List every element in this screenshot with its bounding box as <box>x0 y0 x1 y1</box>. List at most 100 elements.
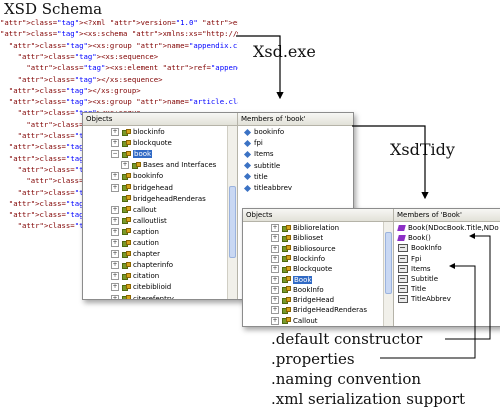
class-icon <box>122 261 131 269</box>
property-icon <box>398 285 408 294</box>
expander-icon[interactable]: + <box>271 265 279 274</box>
member-label: Items <box>254 150 274 159</box>
class-icon <box>122 139 131 147</box>
tree-item-label: Bibliosource <box>293 244 336 253</box>
expander-icon[interactable]: + <box>111 216 119 225</box>
expander-icon[interactable]: + <box>111 294 119 299</box>
tree-item[interactable]: + caption <box>111 227 159 238</box>
objects-scrollbar[interactable] <box>383 222 393 326</box>
expander-icon[interactable]: + <box>111 205 119 214</box>
expander-icon[interactable]: + <box>111 261 119 270</box>
expander-icon[interactable]: − <box>111 150 119 159</box>
expander-icon[interactable]: + <box>121 161 129 170</box>
member-item[interactable]: bookinfo <box>243 127 285 138</box>
field-icon <box>243 139 252 147</box>
xml-code-line: "attr">class="tag"></xs:group> <box>8 85 141 95</box>
tree-item-label: BookInfo <box>293 285 324 294</box>
objects-pane-header: Objects <box>83 113 237 126</box>
expander-icon[interactable]: + <box>111 239 119 247</box>
tree-item-label: calloutlist <box>133 216 167 225</box>
class-icon <box>122 206 131 214</box>
property-icon <box>398 264 408 273</box>
member-item[interactable]: fpi <box>243 138 263 149</box>
expander-icon[interactable]: + <box>111 183 119 192</box>
tree-item-label: chapterinfo <box>133 261 174 270</box>
tree-item-label: Blockinfo <box>293 254 326 263</box>
tree-item-label: Callout <box>293 316 318 325</box>
expander-icon[interactable]: + <box>271 244 279 253</box>
expander-icon[interactable]: + <box>111 128 119 136</box>
property-icon <box>398 254 408 263</box>
tree-item[interactable]: + citation <box>111 271 159 282</box>
tree-item[interactable]: + chapterinfo <box>111 260 173 271</box>
tree-item[interactable]: + callout <box>111 205 157 216</box>
expander-icon[interactable]: + <box>271 275 279 284</box>
class-icon <box>282 306 291 314</box>
member-item[interactable]: titleabbrev <box>243 183 293 194</box>
class-icon <box>122 195 131 203</box>
method-icon <box>397 225 406 231</box>
tree-item-label: bridgehead <box>133 183 173 192</box>
member-item[interactable]: title <box>243 172 268 183</box>
class-icon <box>282 286 291 294</box>
tree-item[interactable]: + citebiblioid <box>111 282 171 293</box>
class-icon <box>122 283 131 291</box>
tree-item[interactable]: + caution <box>111 238 159 249</box>
members-pane-header: Members of 'book' <box>238 113 353 126</box>
member-item[interactable]: subtitle <box>243 161 280 172</box>
expander-icon[interactable]: + <box>271 306 279 315</box>
tree-item[interactable]: + Callout <box>271 316 318 326</box>
field-icon <box>243 150 252 158</box>
xsd-exe-label: Xsd.exe <box>253 42 316 61</box>
expander-icon[interactable]: + <box>111 227 119 236</box>
class-icon <box>122 217 131 225</box>
expander-icon[interactable]: + <box>111 283 119 292</box>
field-icon <box>243 173 252 181</box>
expander-icon[interactable]: + <box>111 272 119 281</box>
tree-item[interactable]: + blockinfo <box>111 127 165 138</box>
class-icon <box>282 234 291 242</box>
tree-item[interactable]: + chapter <box>111 249 160 260</box>
member-label: Subtitle <box>411 275 439 283</box>
member-item[interactable]: Items <box>243 149 274 160</box>
tree-item[interactable]: + Bases and Interfaces <box>121 160 216 171</box>
scrollbar-thumb[interactable] <box>385 232 392 294</box>
class-icon <box>282 276 291 283</box>
tree-item[interactable]: bridgeheadRenderas <box>111 194 206 205</box>
expander-icon[interactable]: + <box>271 285 279 294</box>
tree-item-label: callout <box>133 205 157 214</box>
tree-item[interactable]: + calloutlist <box>111 216 167 227</box>
expander-icon[interactable]: + <box>271 296 279 305</box>
member-label: Items <box>411 264 431 273</box>
member-label: Book() <box>408 234 431 243</box>
expander-icon[interactable]: + <box>111 139 119 148</box>
tree-item-label: bookinfo <box>133 172 164 181</box>
class-icon <box>282 296 291 304</box>
tree-item-label: blockinfo <box>133 128 165 136</box>
expander-icon[interactable]: + <box>271 254 279 263</box>
tree-item[interactable]: + bridgehead <box>111 183 173 194</box>
expander-icon[interactable]: + <box>111 250 119 259</box>
class-icon <box>282 265 291 273</box>
tree-item-label: book <box>133 150 153 159</box>
class-icon <box>122 172 131 180</box>
expander-icon[interactable]: + <box>271 224 279 232</box>
tree-item[interactable]: + bookinfo <box>111 171 163 182</box>
member-item[interactable]: TitleAbbrev <box>398 294 451 305</box>
member-label: bookinfo <box>254 128 285 136</box>
objects-scrollbar[interactable] <box>227 126 237 299</box>
class-icon <box>122 295 131 299</box>
tree-item[interactable]: + citerefentry <box>111 294 174 299</box>
scrollbar-thumb[interactable] <box>229 186 236 258</box>
member-label: titleabbrev <box>254 184 293 192</box>
expander-icon[interactable]: + <box>271 316 279 325</box>
class-icon <box>122 228 131 236</box>
feature-naming-convention: .naming convention <box>271 370 422 388</box>
tree-item-selected[interactable]: − book <box>111 149 153 160</box>
objects-pane: Objects + blockinfo + blockquote − book + Bases… <box>83 113 238 299</box>
expander-icon[interactable]: + <box>271 234 279 243</box>
tree-item[interactable]: + blockquote <box>111 138 172 149</box>
xsdtidy-label: XsdTidy <box>390 140 455 159</box>
member-label: Book(NDocBook.Title,NDo <box>408 224 499 232</box>
expander-icon[interactable]: + <box>111 172 119 181</box>
